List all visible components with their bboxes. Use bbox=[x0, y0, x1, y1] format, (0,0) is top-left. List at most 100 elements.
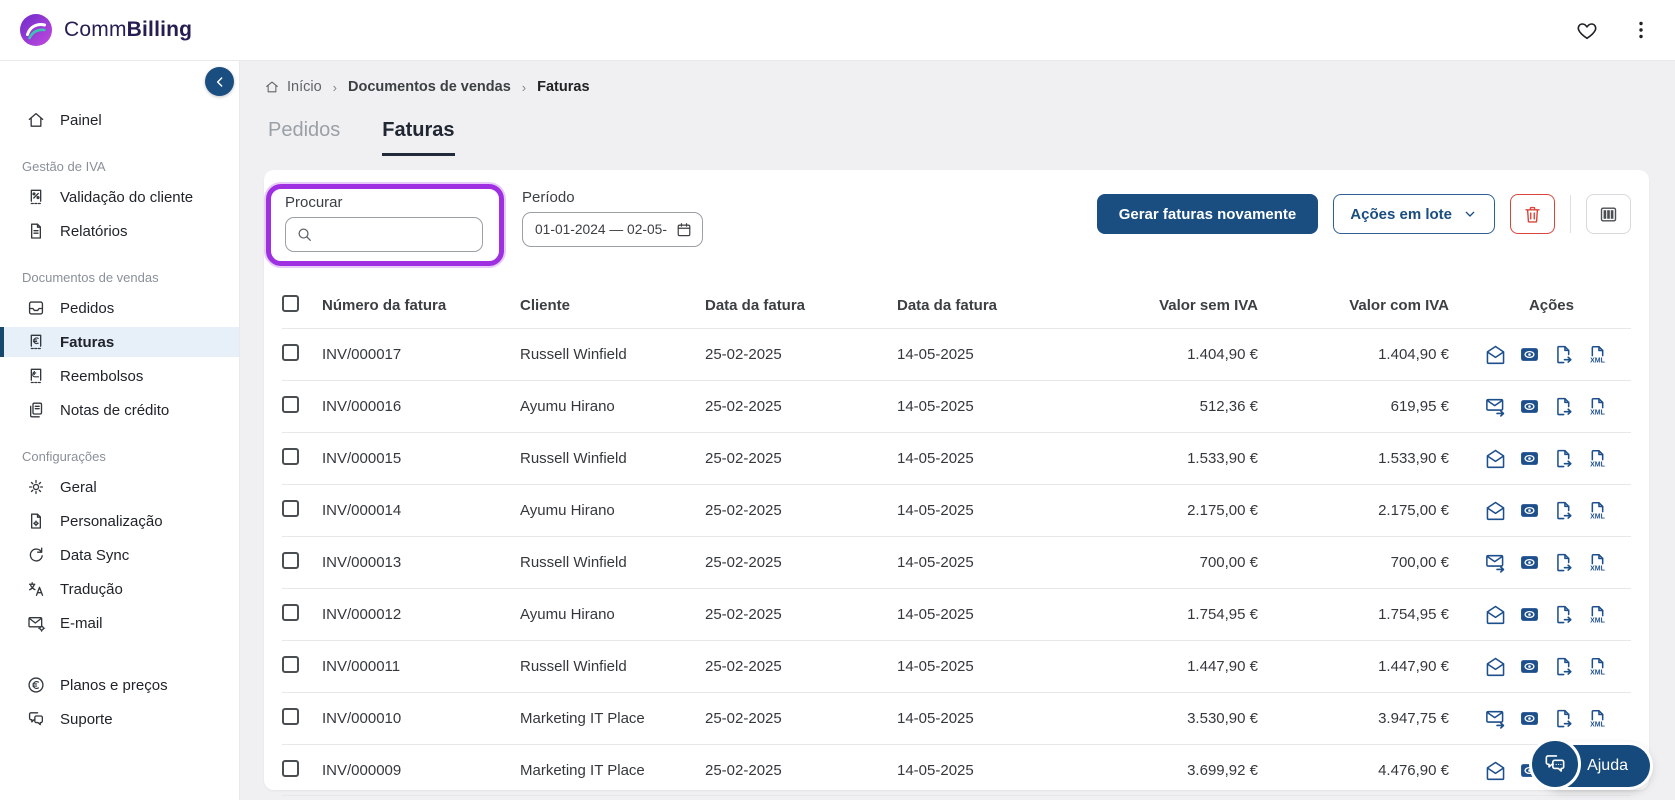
invoice-number: INV/000011 bbox=[322, 658, 401, 675]
export-xml-action[interactable]: XML bbox=[1586, 602, 1611, 627]
svg-text:XML: XML bbox=[1590, 566, 1605, 573]
sidebar-item-faturas[interactable]: Faturas bbox=[0, 327, 239, 357]
row-checkbox[interactable] bbox=[282, 344, 299, 361]
invoice-date-2: 14-05-2025 bbox=[897, 346, 974, 363]
export-xml-action[interactable]: XML bbox=[1586, 498, 1611, 523]
invoice-date: 25-02-2025 bbox=[705, 502, 782, 519]
send-email-action[interactable] bbox=[1484, 758, 1509, 783]
export-xml-icon: XML bbox=[1590, 553, 1606, 573]
send-email-action[interactable] bbox=[1484, 654, 1509, 679]
client-name: Russell Winfield bbox=[520, 554, 627, 571]
sidebar-item-validacao-do-cliente[interactable]: Validação do cliente bbox=[0, 182, 239, 212]
batch-actions-button[interactable]: Ações em lote bbox=[1333, 194, 1495, 234]
sidebar-item-planos-e-precos[interactable]: Planos e preços bbox=[0, 670, 239, 700]
view-invoice-action[interactable] bbox=[1518, 342, 1543, 367]
sidebar-section-configuracoes: Configurações bbox=[22, 449, 106, 464]
sidebar-item-e-mail[interactable]: E-mail bbox=[0, 608, 239, 638]
sidebar-item-notas-de-credito[interactable]: Notas de crédito bbox=[0, 395, 239, 425]
view-invoice-action[interactable] bbox=[1518, 394, 1543, 419]
view-invoice-action[interactable] bbox=[1518, 654, 1543, 679]
sidebar-item-personalizacao[interactable]: Personalização bbox=[0, 506, 239, 536]
row-checkbox[interactable] bbox=[282, 759, 299, 777]
send-email-action[interactable] bbox=[1484, 550, 1509, 575]
row-actions: XML bbox=[1449, 602, 1631, 627]
columns-settings-button[interactable] bbox=[1586, 194, 1631, 234]
row-checkbox[interactable] bbox=[282, 500, 299, 517]
topbar: CommBilling bbox=[0, 0, 1675, 61]
sync-icon bbox=[29, 547, 43, 562]
select-all-checkbox[interactable] bbox=[282, 294, 299, 312]
heart-icon[interactable] bbox=[1575, 18, 1599, 42]
send-email-action[interactable] bbox=[1484, 446, 1509, 471]
tab-pedidos[interactable]: Pedidos bbox=[268, 119, 340, 156]
row-actions: XML bbox=[1449, 654, 1631, 679]
table-body: INV/000017 Russell Winfield 25-02-2025 14-0… bbox=[282, 328, 1631, 796]
svg-text:XML: XML bbox=[1590, 514, 1605, 521]
send-email-action[interactable] bbox=[1484, 394, 1509, 419]
view-invoice-action[interactable] bbox=[1518, 550, 1543, 575]
breadcrumb-item-documentos-de-vendas[interactable]: Documentos de vendas bbox=[348, 79, 511, 95]
gear-icon bbox=[28, 479, 44, 495]
breadcrumb-separator: › bbox=[332, 79, 338, 95]
invoice-number: INV/000010 bbox=[322, 710, 402, 727]
invoice-number: INV/000016 bbox=[322, 398, 402, 415]
view-icon bbox=[1521, 608, 1538, 621]
sidebar-item-pedidos[interactable]: Pedidos bbox=[0, 293, 239, 323]
sidebar-item-traducao[interactable]: Tradução bbox=[0, 574, 239, 604]
gross-amount: 1.754,95 € bbox=[1378, 606, 1449, 623]
sidebar-item-painel[interactable]: Painel bbox=[0, 105, 239, 135]
export-pdf-action[interactable] bbox=[1552, 498, 1577, 523]
row-checkbox[interactable] bbox=[282, 604, 299, 621]
invoices-table: Número da fatura Cliente Data da fatura … bbox=[282, 282, 1631, 796]
sidebar-item-geral[interactable]: Geral bbox=[0, 472, 239, 502]
export-xml-icon: XML bbox=[1590, 605, 1606, 625]
row-checkbox[interactable] bbox=[282, 396, 299, 413]
send-email-action[interactable] bbox=[1484, 602, 1509, 627]
period-date-range-field[interactable]: 01-01-2024 — 02-05-202 bbox=[522, 212, 703, 247]
export-pdf-action[interactable] bbox=[1552, 654, 1577, 679]
view-invoice-action[interactable] bbox=[1518, 706, 1543, 731]
export-xml-action[interactable]: XML bbox=[1586, 550, 1611, 575]
sidebar-item-label: Pedidos bbox=[60, 299, 115, 317]
export-xml-action[interactable]: XML bbox=[1586, 342, 1611, 367]
view-invoice-action[interactable] bbox=[1518, 498, 1543, 523]
export-xml-action[interactable]: XML bbox=[1586, 706, 1611, 731]
sidebar-item-reembolsos[interactable]: Reembolsos bbox=[0, 361, 239, 391]
send-email-action[interactable] bbox=[1484, 498, 1509, 523]
view-invoice-action[interactable] bbox=[1518, 602, 1543, 627]
delete-button[interactable] bbox=[1510, 194, 1555, 234]
export-pdf-action[interactable] bbox=[1552, 550, 1577, 575]
row-checkbox[interactable] bbox=[282, 656, 299, 673]
invoice-euro-icon bbox=[26, 332, 46, 352]
col-header-client: Cliente bbox=[520, 296, 571, 314]
help-button[interactable]: Ajuda bbox=[1529, 738, 1650, 790]
view-invoice-action[interactable] bbox=[1518, 446, 1543, 471]
send-email-action[interactable] bbox=[1484, 342, 1509, 367]
sidebar-item-suporte[interactable]: Suporte bbox=[0, 704, 239, 734]
invoice-date-2: 14-05-2025 bbox=[897, 658, 974, 675]
export-pdf-action[interactable] bbox=[1552, 706, 1577, 731]
search-input[interactable] bbox=[285, 217, 483, 252]
send-email-action[interactable] bbox=[1484, 706, 1509, 731]
table-row: INV/000017 Russell Winfield 25-02-2025 14-0… bbox=[282, 328, 1631, 380]
tab-faturas[interactable]: Faturas bbox=[382, 119, 455, 156]
regenerate-invoices-button[interactable]: Gerar faturas novamente bbox=[1096, 194, 1319, 234]
row-checkbox[interactable] bbox=[282, 448, 299, 465]
export-xml-action[interactable]: XML bbox=[1586, 394, 1611, 419]
row-checkbox[interactable] bbox=[282, 552, 299, 569]
breadcrumb-home[interactable]: Início bbox=[264, 79, 322, 95]
invoice-number: INV/000017 bbox=[322, 346, 402, 363]
sidebar-item-data-sync[interactable]: Data Sync bbox=[0, 540, 239, 570]
row-checkbox[interactable] bbox=[282, 708, 299, 725]
export-xml-action[interactable]: XML bbox=[1586, 654, 1611, 679]
export-xml-action[interactable]: XML bbox=[1586, 446, 1611, 471]
export-pdf-action[interactable] bbox=[1552, 602, 1577, 627]
sidebar-section-gestao-de-iva: Gestão de IVA bbox=[22, 159, 106, 174]
kebab-menu-icon[interactable] bbox=[1629, 18, 1653, 42]
sidebar-item-relatorios[interactable]: Relatórios bbox=[0, 216, 239, 246]
export-pdf-action[interactable] bbox=[1552, 342, 1577, 367]
sidebar-collapse-button[interactable] bbox=[205, 67, 234, 96]
col-header-net-amount: Valor sem IVA bbox=[1159, 296, 1258, 314]
export-pdf-action[interactable] bbox=[1552, 394, 1577, 419]
export-pdf-action[interactable] bbox=[1552, 446, 1577, 471]
